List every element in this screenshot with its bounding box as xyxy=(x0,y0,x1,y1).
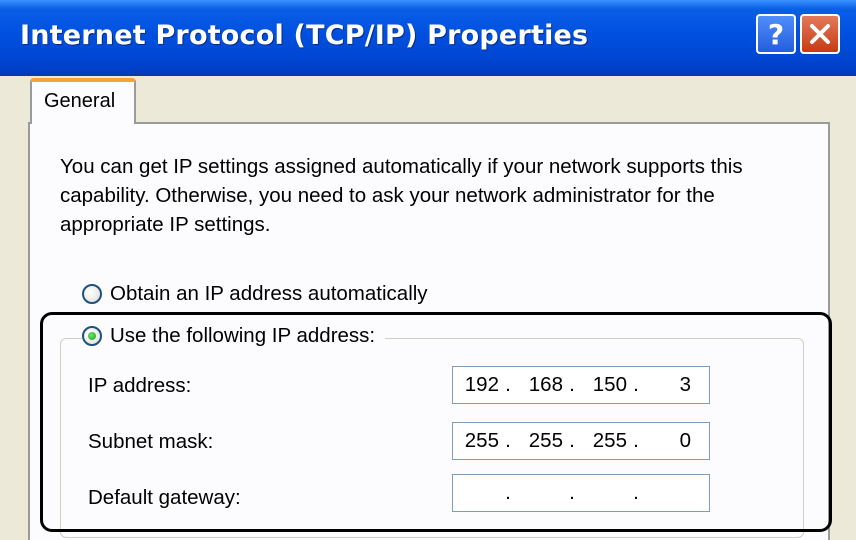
help-button[interactable]: ? xyxy=(756,14,796,54)
ip-separator: . xyxy=(633,373,639,396)
tcpip-properties-dialog: Internet Protocol (TCP/IP) Properties ? … xyxy=(0,0,856,540)
subnet-separator: . xyxy=(505,429,511,452)
ip-address-label: IP address: xyxy=(88,374,192,397)
subnet-octet-2: 255 xyxy=(528,429,563,452)
use-following-ip-label: Use the following IP address: xyxy=(110,324,376,347)
close-button[interactable] xyxy=(800,14,840,54)
gateway-separator: . xyxy=(505,481,511,504)
general-panel: You can get IP settings assigned automat… xyxy=(28,122,830,540)
ip-octet-4: 3 xyxy=(679,373,691,396)
ip-octet-2: 168 xyxy=(528,373,563,396)
default-gateway-label: Default gateway: xyxy=(88,486,241,509)
subnet-octet-1: 255 xyxy=(464,429,499,452)
ip-address-input[interactable]: 192 . 168 . 150 . 3 xyxy=(452,366,710,404)
obtain-ip-label: Obtain an IP address automatically xyxy=(110,282,428,305)
ip-separator: . xyxy=(505,373,511,396)
window-title: Internet Protocol (TCP/IP) Properties xyxy=(20,20,589,51)
gateway-separator: . xyxy=(633,481,639,504)
use-following-ip-radio[interactable] xyxy=(82,326,102,346)
obtain-ip-automatically-option[interactable]: Obtain an IP address automatically xyxy=(82,282,428,306)
ip-octet-1: 192 xyxy=(464,373,499,396)
default-gateway-input[interactable]: . . . xyxy=(452,474,710,512)
use-following-ip-option[interactable]: Use the following IP address: xyxy=(82,324,386,348)
subnet-mask-label: Subnet mask: xyxy=(88,430,214,453)
subnet-mask-input[interactable]: 255 . 255 . 255 . 0 xyxy=(452,422,710,460)
ip-separator: . xyxy=(569,373,575,396)
help-icon: ? xyxy=(767,17,785,51)
subnet-octet-3: 255 xyxy=(592,429,627,452)
obtain-ip-radio[interactable] xyxy=(82,284,102,304)
title-bar[interactable]: Internet Protocol (TCP/IP) Properties ? xyxy=(0,0,856,76)
tab-general-label: General xyxy=(44,90,116,112)
ip-octet-3: 150 xyxy=(592,373,627,396)
subnet-octet-4: 0 xyxy=(679,429,691,452)
gateway-separator: . xyxy=(569,481,575,504)
subnet-separator: . xyxy=(633,429,639,452)
description-text: You can get IP settings assigned automat… xyxy=(60,155,743,236)
tab-general[interactable]: General xyxy=(30,78,136,124)
subnet-separator: . xyxy=(569,429,575,452)
close-icon xyxy=(810,24,830,44)
